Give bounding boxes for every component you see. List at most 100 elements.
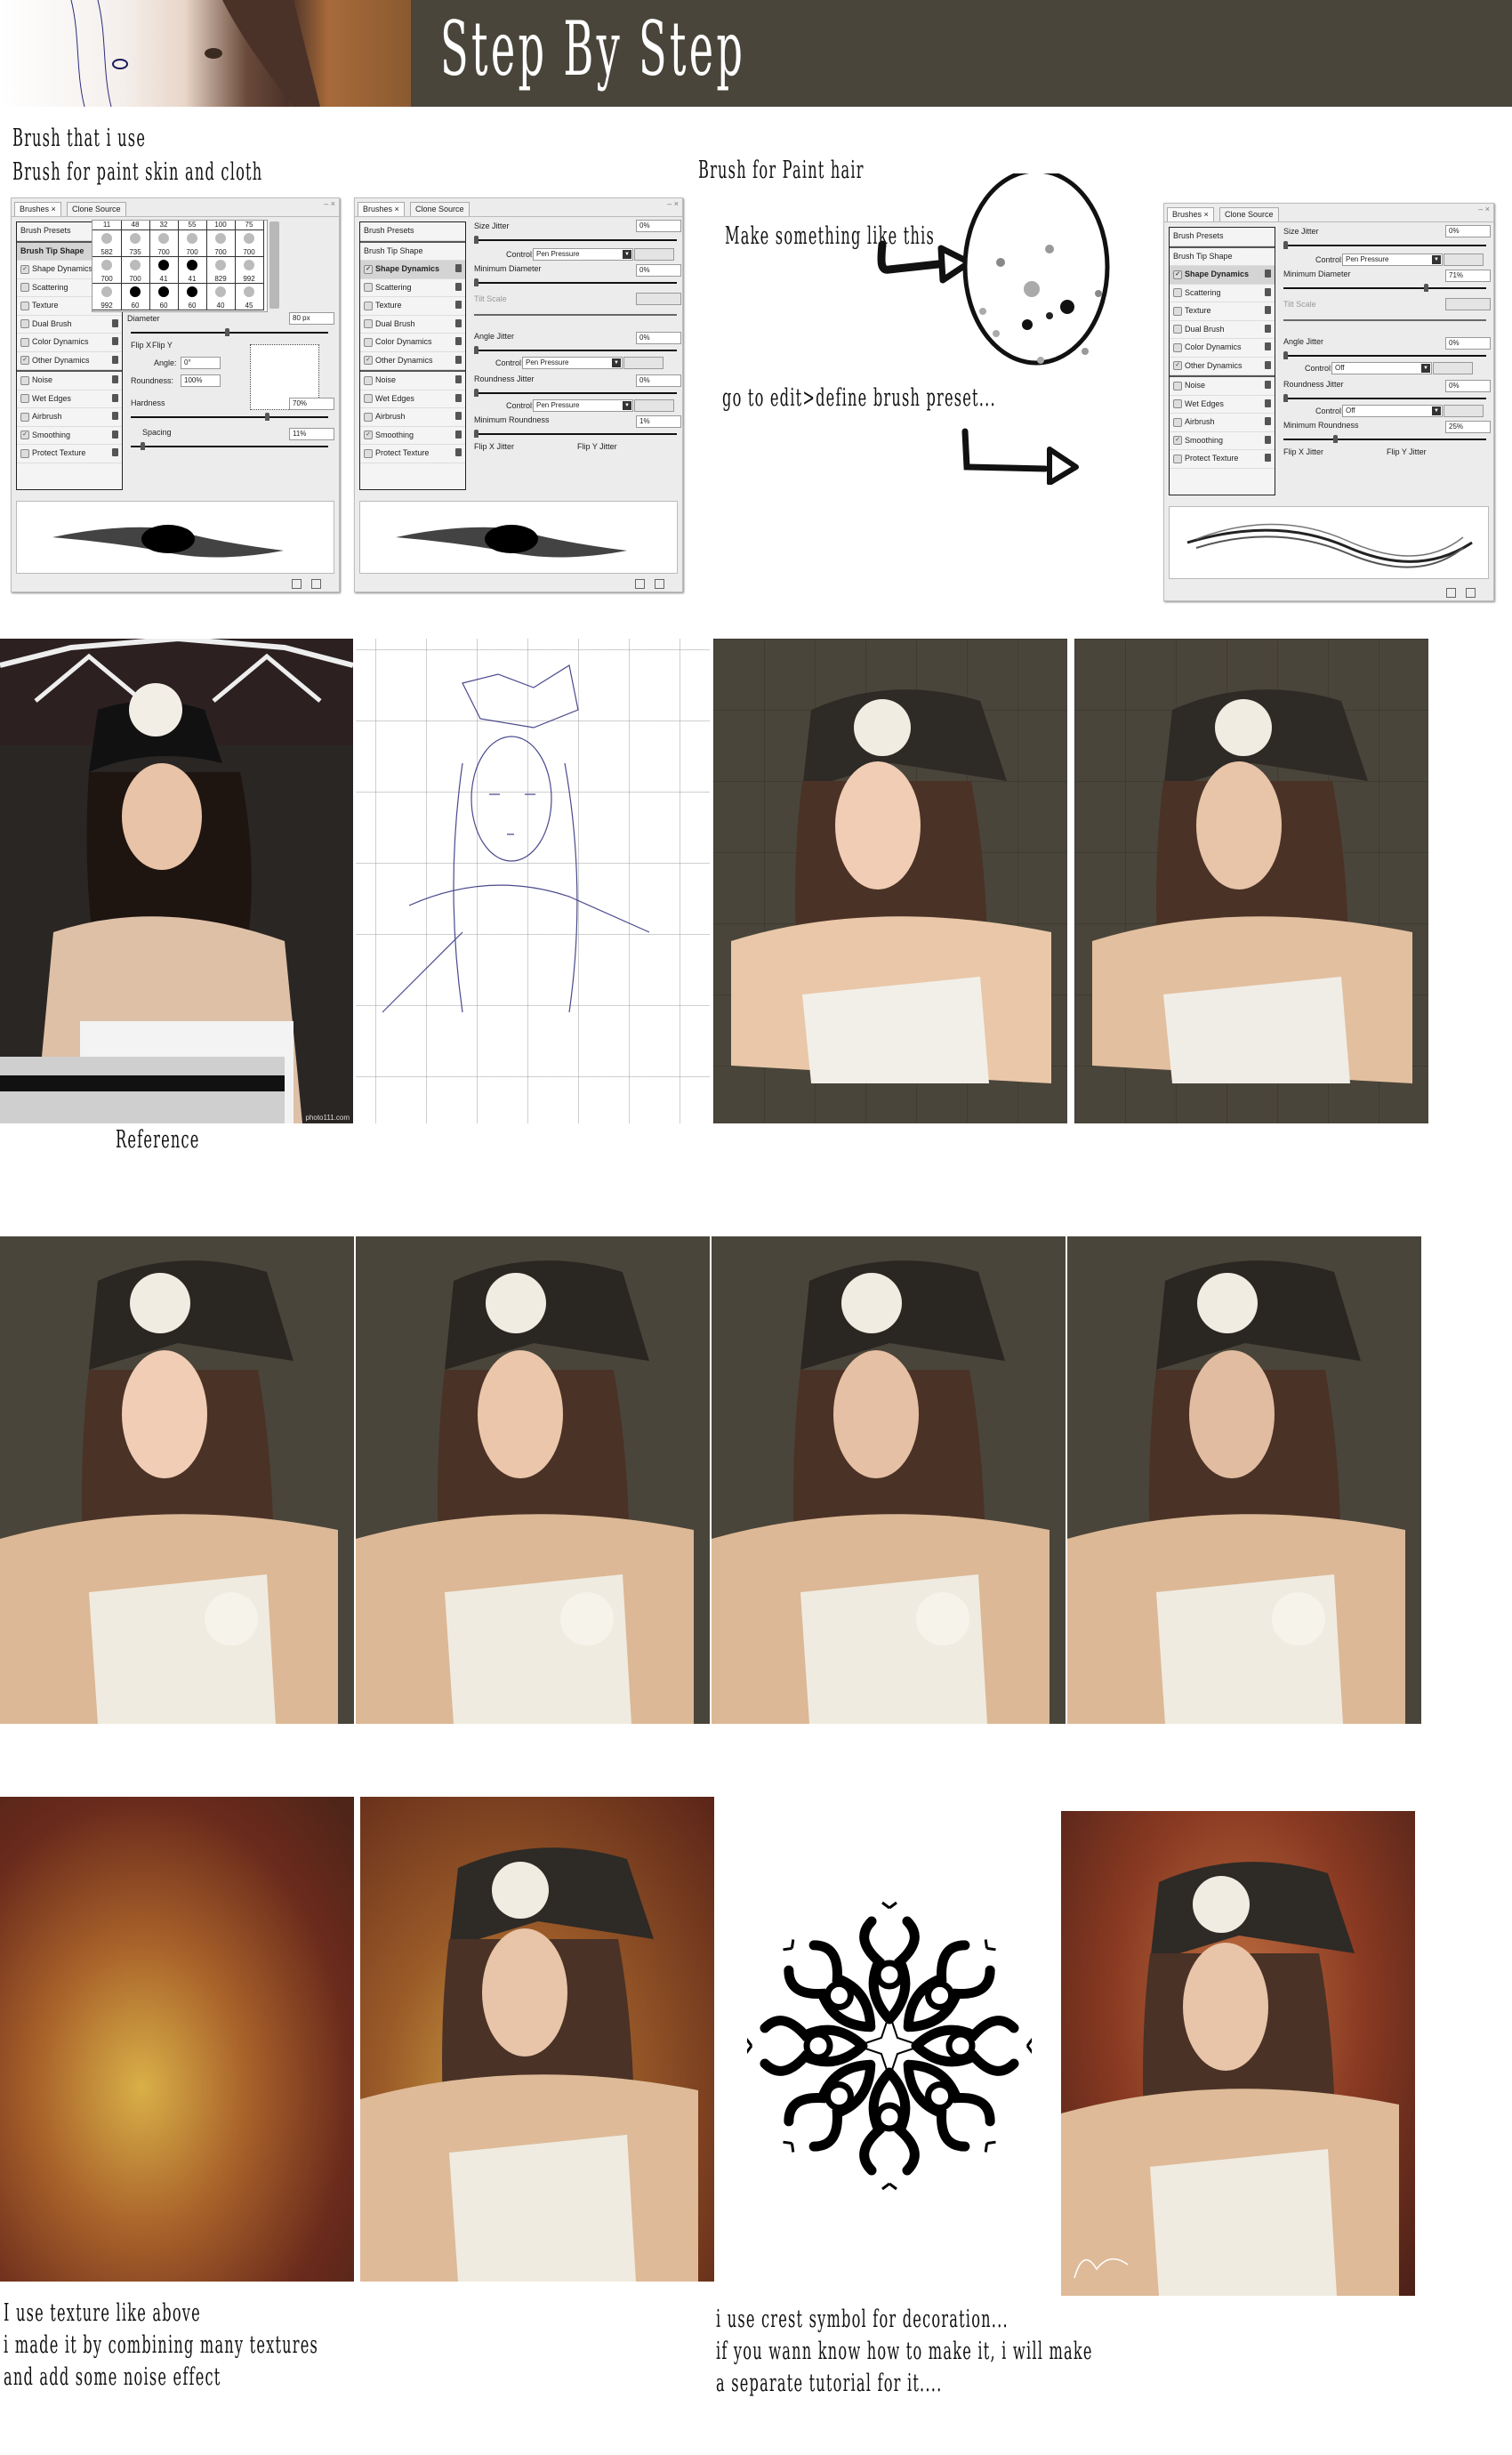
brush-option-item[interactable]: ✓ Shape Dynamics bbox=[360, 261, 465, 279]
lock-icon[interactable] bbox=[455, 264, 462, 272]
brush-option-item[interactable]: Color Dynamics bbox=[17, 334, 122, 352]
roundness-jitter-slider[interactable] bbox=[474, 389, 677, 397]
new-brush-icon[interactable] bbox=[292, 579, 302, 589]
tilt-scale-slider[interactable] bbox=[474, 314, 677, 316]
option-checkbox[interactable]: ✓ bbox=[1173, 270, 1182, 279]
tab-brushes[interactable]: Brushes × bbox=[1167, 207, 1214, 221]
lock-icon[interactable] bbox=[455, 430, 462, 439]
brush-option-item[interactable]: Wet Edges bbox=[1170, 396, 1275, 414]
lock-icon[interactable] bbox=[112, 448, 118, 456]
option-checkbox[interactable] bbox=[20, 412, 29, 422]
brush-option-item[interactable]: ✓ Smoothing bbox=[1170, 432, 1275, 450]
option-checkbox[interactable]: ✓ bbox=[364, 431, 373, 440]
brush-preset[interactable]: 992 bbox=[92, 284, 122, 310]
angle-jitter-input[interactable]: 0% bbox=[1445, 337, 1491, 350]
trash-icon[interactable] bbox=[1466, 588, 1476, 598]
brush-preset-size[interactable]: 11 bbox=[92, 221, 122, 230]
min-diameter-input[interactable]: 0% bbox=[636, 264, 681, 277]
roundness-control-dropdown[interactable]: Off ▼ bbox=[1342, 405, 1443, 417]
brush-preset[interactable]: 700 bbox=[121, 257, 150, 284]
brush-preset[interactable]: 41 bbox=[149, 257, 179, 284]
lock-icon[interactable] bbox=[112, 430, 118, 439]
lock-icon[interactable] bbox=[1265, 435, 1271, 444]
lock-icon[interactable] bbox=[112, 412, 118, 420]
brush-option-item[interactable]: ✓ Smoothing bbox=[17, 427, 122, 445]
lock-icon[interactable] bbox=[455, 412, 462, 420]
brush-option-item[interactable]: ✓ Smoothing bbox=[360, 427, 465, 445]
option-checkbox[interactable]: ✓ bbox=[1173, 436, 1182, 446]
brush-preset[interactable]: 60 bbox=[121, 284, 150, 310]
option-checkbox[interactable]: ✓ bbox=[364, 356, 373, 366]
option-checkbox[interactable] bbox=[364, 448, 373, 458]
option-checkbox[interactable] bbox=[20, 394, 29, 404]
brush-option-item[interactable]: Airbrush bbox=[1170, 414, 1275, 432]
brush-preset[interactable]: 735 bbox=[121, 230, 150, 257]
lock-icon[interactable] bbox=[455, 355, 462, 364]
tab-clone-source[interactable]: Clone Source bbox=[1219, 207, 1279, 221]
brush-option-item[interactable]: Texture bbox=[360, 297, 465, 316]
brush-preset[interactable]: 45 bbox=[235, 284, 264, 310]
slider-knob[interactable] bbox=[1283, 394, 1288, 402]
tab-brushes[interactable]: Brushes × bbox=[358, 202, 405, 216]
option-checkbox[interactable] bbox=[1173, 381, 1182, 390]
option-checkbox[interactable] bbox=[20, 283, 29, 293]
size-jitter-input[interactable]: 0% bbox=[1445, 225, 1491, 237]
option-checkbox[interactable] bbox=[20, 375, 29, 385]
option-checkbox[interactable] bbox=[1173, 306, 1182, 316]
brush-option-item[interactable]: Wet Edges bbox=[360, 390, 465, 408]
brush-option-item[interactable]: Noise bbox=[1170, 375, 1275, 396]
slider-knob[interactable] bbox=[225, 328, 229, 336]
option-checkbox[interactable] bbox=[1173, 417, 1182, 427]
option-checkbox[interactable] bbox=[364, 394, 373, 404]
option-checkbox[interactable]: ✓ bbox=[20, 264, 29, 274]
lock-icon[interactable] bbox=[455, 282, 462, 291]
lock-icon[interactable] bbox=[1265, 287, 1271, 296]
brush-option-item[interactable]: Noise bbox=[17, 370, 122, 390]
min-diameter-slider[interactable] bbox=[474, 278, 677, 286]
slider-knob[interactable] bbox=[1283, 351, 1288, 359]
brush-preset[interactable]: 700 bbox=[178, 230, 207, 257]
option-checkbox[interactable] bbox=[20, 337, 29, 347]
tab-clone-source[interactable]: Clone Source bbox=[410, 202, 470, 216]
brush-option-item[interactable]: Brush Tip Shape bbox=[1170, 246, 1275, 266]
option-checkbox[interactable] bbox=[1173, 288, 1182, 298]
tab-clone-source[interactable]: Clone Source bbox=[67, 202, 126, 216]
brush-preset[interactable]: 41 bbox=[178, 257, 207, 284]
slider-knob[interactable] bbox=[141, 442, 145, 450]
brush-preset-size[interactable]: 55 bbox=[178, 221, 207, 230]
roundness-jitter-input[interactable]: 0% bbox=[1445, 380, 1491, 392]
lock-icon[interactable] bbox=[455, 393, 462, 402]
slider-knob[interactable] bbox=[1283, 241, 1288, 249]
lock-icon[interactable] bbox=[1265, 454, 1271, 462]
option-checkbox[interactable]: ✓ bbox=[20, 431, 29, 440]
lock-icon[interactable] bbox=[455, 301, 462, 309]
size-control-dropdown[interactable]: Pen Pressure ▼ bbox=[1342, 254, 1443, 266]
hardness-input[interactable]: 70% bbox=[289, 398, 334, 410]
brush-preset[interactable]: 992 bbox=[235, 257, 264, 284]
option-checkbox[interactable] bbox=[364, 301, 373, 310]
option-checkbox[interactable] bbox=[1173, 325, 1182, 334]
slider-knob[interactable] bbox=[474, 278, 479, 286]
slider-knob[interactable] bbox=[1424, 284, 1428, 292]
option-checkbox[interactable] bbox=[20, 448, 29, 458]
min-roundness-input[interactable]: 1% bbox=[636, 415, 681, 428]
lock-icon[interactable] bbox=[112, 337, 118, 345]
window-controls[interactable]: – × bbox=[1478, 205, 1490, 213]
option-checkbox[interactable] bbox=[364, 283, 373, 293]
brush-option-item[interactable]: Brush Tip Shape bbox=[360, 240, 465, 261]
trash-icon[interactable] bbox=[655, 579, 664, 589]
size-control-dropdown[interactable]: Pen Pressure ▼ bbox=[533, 248, 633, 261]
angle-jitter-slider[interactable] bbox=[474, 346, 677, 354]
hardness-slider[interactable] bbox=[131, 413, 328, 421]
option-checkbox[interactable] bbox=[1173, 399, 1182, 409]
diameter-slider[interactable] bbox=[131, 328, 328, 336]
lock-icon[interactable] bbox=[1265, 417, 1271, 425]
brush-preset[interactable]: 829 bbox=[206, 257, 236, 284]
min-roundness-slider[interactable] bbox=[1283, 435, 1486, 443]
brush-option-item[interactable]: Wet Edges bbox=[17, 390, 122, 408]
brush-option-item[interactable]: Brush Presets bbox=[1170, 228, 1275, 246]
lock-icon[interactable] bbox=[1265, 342, 1271, 350]
lock-icon[interactable] bbox=[455, 337, 462, 345]
brush-preset[interactable]: 700 bbox=[92, 257, 122, 284]
brush-option-item[interactable]: ✓ Other Dynamics bbox=[17, 352, 122, 370]
